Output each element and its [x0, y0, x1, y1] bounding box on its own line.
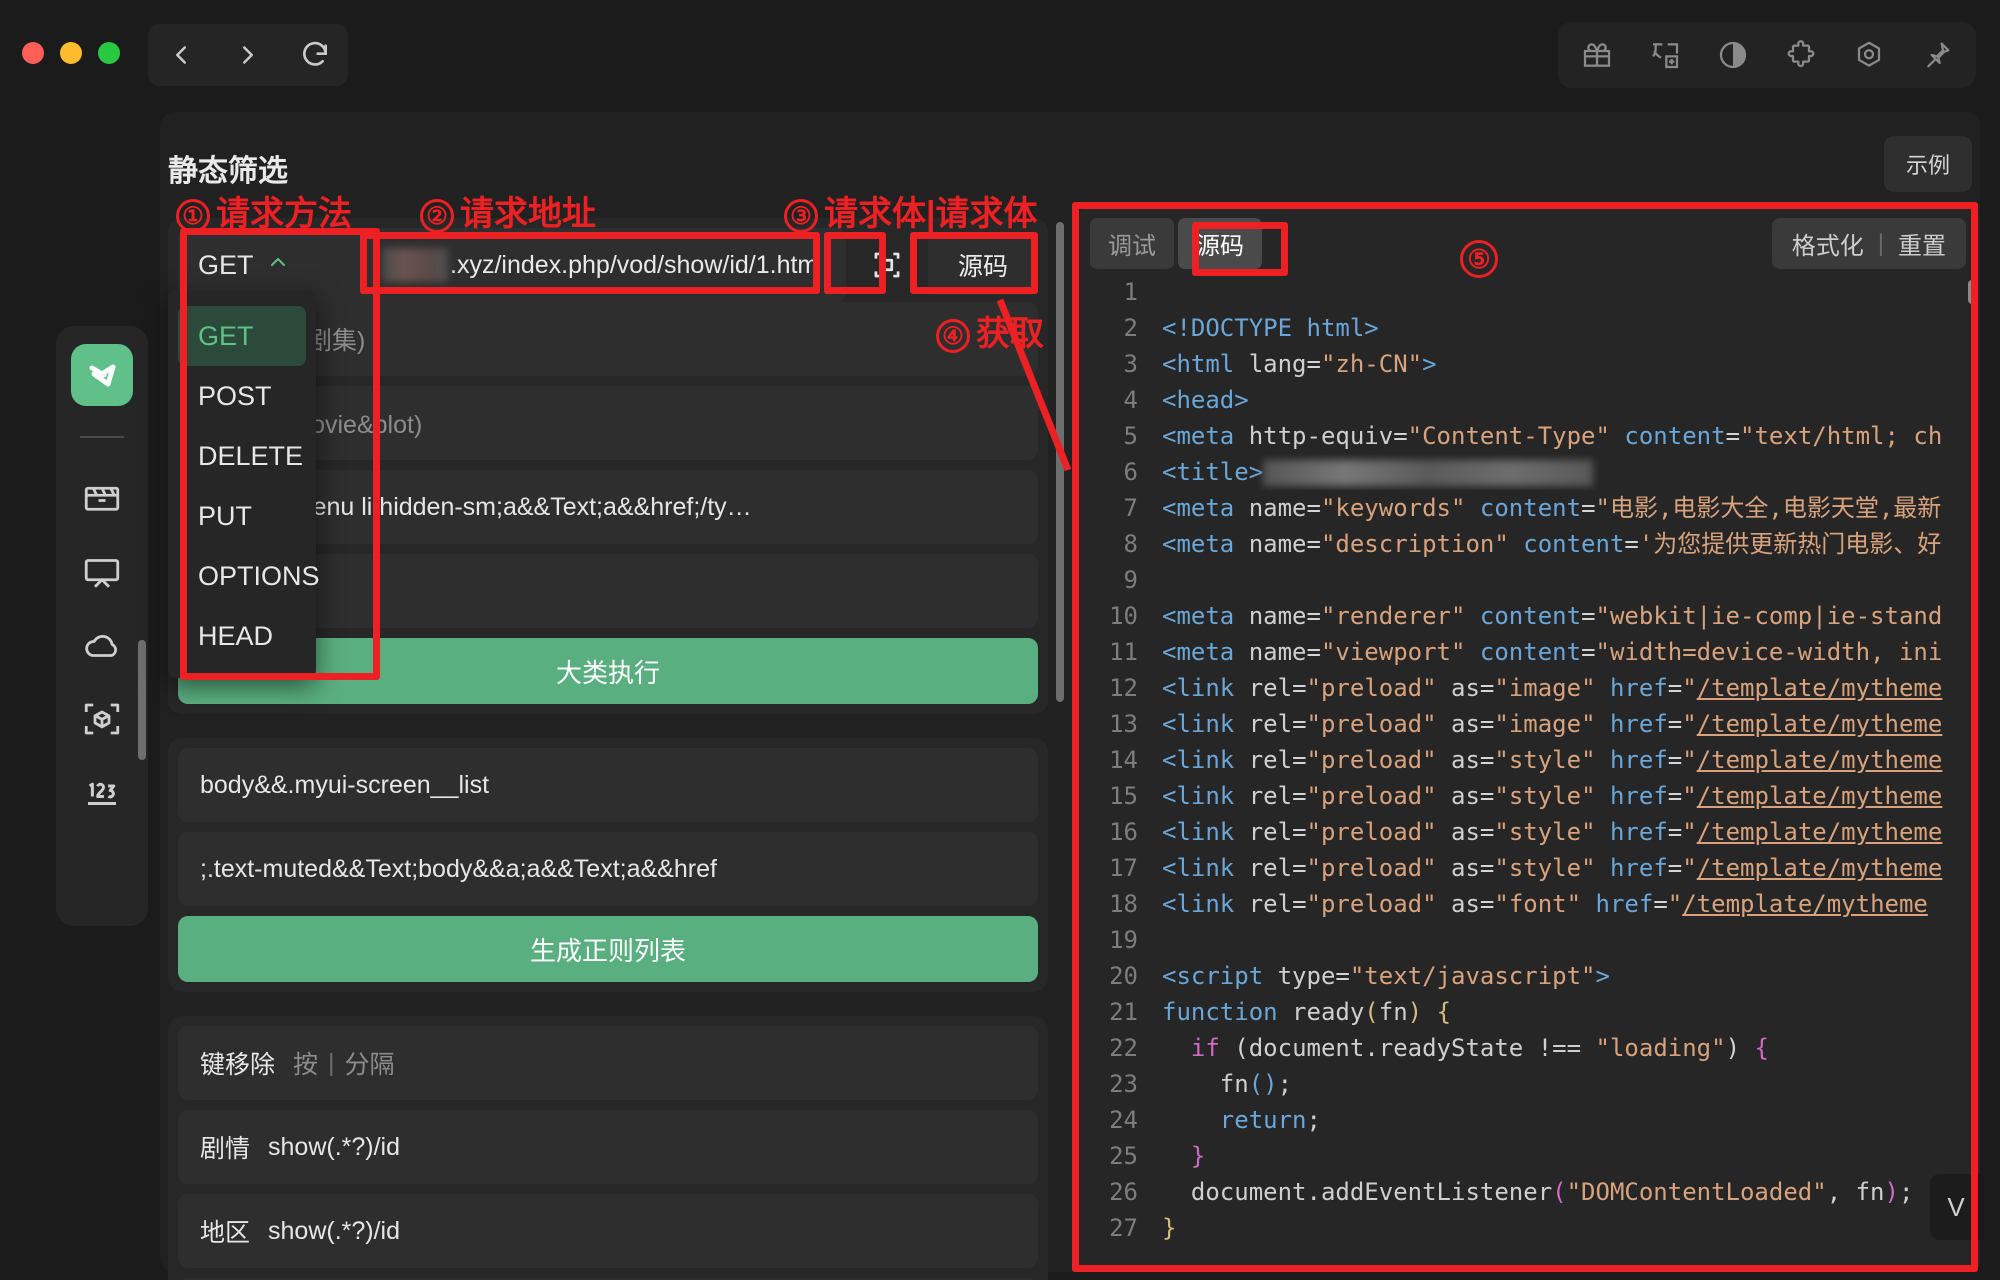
left-sidebar — [56, 326, 148, 926]
reload-icon[interactable] — [293, 33, 337, 77]
sidebar-item-clapperboard[interactable] — [69, 460, 135, 534]
sidebar-scrollbar[interactable] — [138, 640, 146, 760]
sidebar-item-tv[interactable] — [69, 534, 135, 608]
area-field-input[interactable]: 地区 show(.*?)/id — [178, 1194, 1038, 1268]
generate-regex-list-button[interactable]: 生成正则列表 — [178, 916, 1038, 982]
puzzle-icon[interactable] — [1776, 30, 1826, 80]
annotation-box-source — [910, 232, 1038, 294]
list-selector-input[interactable]: body&&.myui-screen__list — [178, 748, 1038, 822]
text-selector-value: ;.text-muted&&Text;body&&a;a&&Text;a&&hr… — [200, 854, 717, 883]
sidebar-item-numbers[interactable] — [69, 756, 135, 830]
area-field-value: show(.*?)/id — [268, 1216, 401, 1245]
text-selector-input[interactable]: ;.text-muted&&Text;body&&a;a&&Text;a&&hr… — [178, 832, 1038, 906]
plot-field-value: show(.*?)/id — [268, 1132, 401, 1161]
annotation-box-source-tab — [1192, 222, 1288, 276]
navigation-group — [148, 24, 348, 86]
maximize-button[interactable] — [98, 42, 120, 64]
page-title: 静态筛选 — [168, 155, 288, 188]
annotation-text-1: 请求方法 — [216, 195, 352, 233]
annotation-text-4: 获取 — [976, 315, 1044, 353]
form-scrollbar[interactable] — [1056, 222, 1064, 702]
title-bar — [0, 0, 2000, 110]
annotation-circle-2: ② — [420, 199, 454, 234]
annotation-label-2: ② 请求地址 — [420, 186, 596, 235]
annotation-box-method — [180, 228, 380, 680]
gift-icon[interactable] — [1572, 30, 1622, 80]
example-button[interactable]: 示例 — [1883, 136, 1972, 192]
sidebar-divider — [80, 436, 124, 438]
annotation-label-3: ③ 请求体|请求体 — [784, 186, 1038, 235]
annotation-circle-5: ⑤ — [1460, 240, 1498, 278]
annotation-circle-1: ① — [176, 199, 210, 234]
key-remove-hint: 按 — [293, 1051, 319, 1079]
key-remove-input[interactable]: 键移除 按 | 分隔 — [178, 1026, 1038, 1100]
annotation-box-picker — [824, 232, 886, 294]
translate-icon[interactable] — [1640, 30, 1690, 80]
annotation-box-editor — [1072, 202, 1978, 1272]
key-remove-separator: | — [328, 1048, 335, 1077]
annotation-circle-3: ③ — [784, 199, 818, 234]
annotation-label-4: ④ 获取 — [936, 306, 1044, 355]
pin-icon[interactable] — [1912, 30, 1962, 80]
annotation-text-3: 请求体|请求体 — [824, 195, 1038, 233]
rules-card: 键移除 按 | 分隔 剧情 show(.*?)/id 地区 show(.*?)/… — [168, 1016, 1048, 1280]
close-button[interactable] — [22, 42, 44, 64]
annotation-text-2: 请求地址 — [460, 195, 596, 233]
window-controls — [22, 42, 120, 64]
forward-arrow-icon[interactable] — [226, 33, 270, 77]
area-field-label: 地区 — [200, 1219, 251, 1247]
app-logo-icon[interactable] — [71, 344, 133, 406]
annotation-circle-4: ④ — [936, 319, 970, 354]
sidebar-item-cube-scan[interactable] — [69, 682, 135, 756]
key-remove-hint2: 分隔 — [344, 1051, 395, 1079]
list-selector-value: body&&.myui-screen__list — [200, 770, 490, 799]
hexagon-settings-icon[interactable] — [1844, 30, 1894, 80]
annotation-box-url — [360, 232, 820, 294]
browser-toolbar — [1558, 22, 1976, 88]
plot-field-input[interactable]: 剧情 show(.*?)/id — [178, 1110, 1038, 1184]
contrast-icon[interactable] — [1708, 30, 1758, 80]
sidebar-item-cloud[interactable] — [69, 608, 135, 682]
minimize-button[interactable] — [60, 42, 82, 64]
regex-card: body&&.myui-screen__list ;.text-muted&&T… — [168, 738, 1048, 992]
key-remove-label: 键移除 — [200, 1051, 276, 1079]
annotation-label-1: ① 请求方法 — [176, 186, 352, 235]
back-arrow-icon[interactable] — [159, 33, 203, 77]
app-window: 静态筛选 示例 GET .xyz/index.php/vod/show/id/1… — [0, 0, 2000, 1280]
plot-field-label: 剧情 — [200, 1135, 251, 1163]
